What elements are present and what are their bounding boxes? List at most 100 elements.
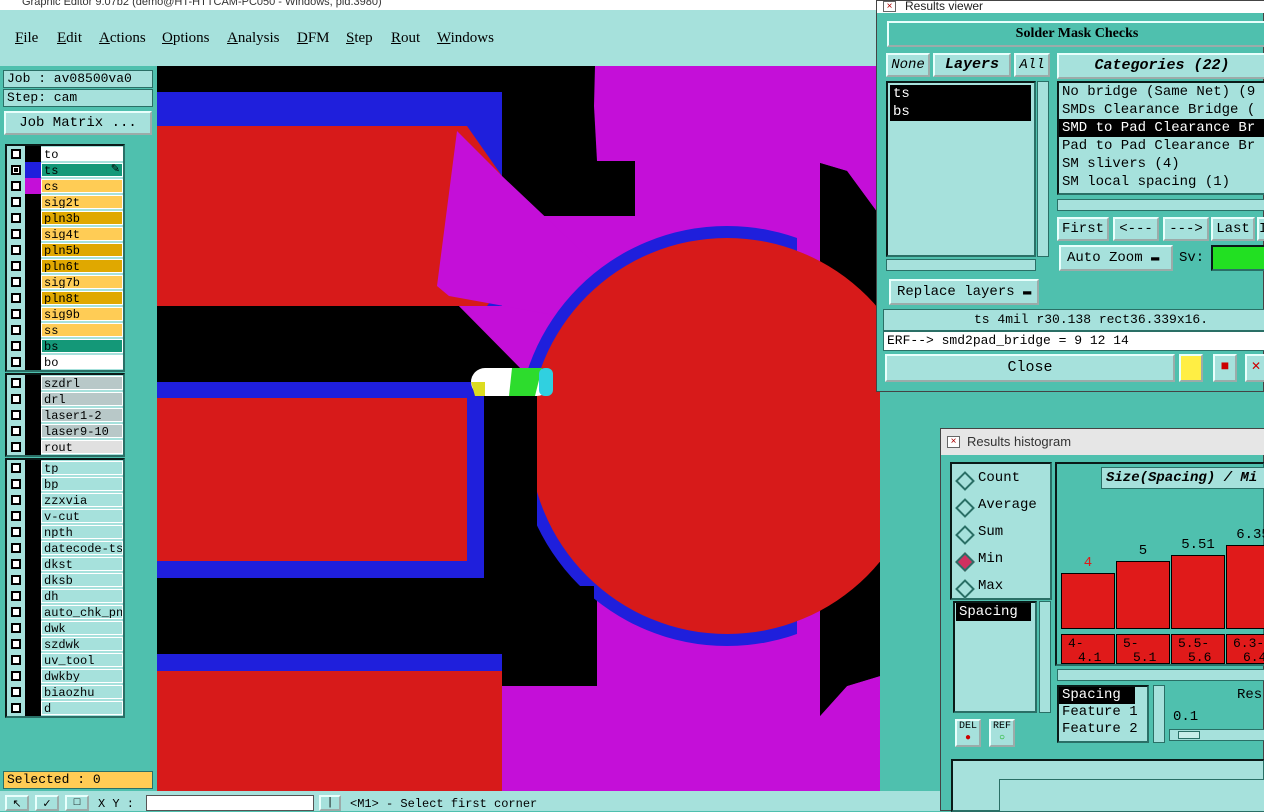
layer-color-swatch[interactable]: [25, 162, 41, 178]
layer-name[interactable]: dksb: [41, 573, 123, 587]
refresh-button[interactable]: REF ○: [989, 719, 1015, 747]
layer-checkbox[interactable]: [11, 165, 21, 175]
severity-indicator[interactable]: [1211, 245, 1264, 271]
layer-color-swatch[interactable]: [25, 460, 41, 476]
layer-name[interactable]: drl: [41, 392, 123, 406]
layer-name[interactable]: biaozhu: [41, 685, 123, 699]
layer-row-ts[interactable]: ts ✎: [7, 162, 123, 178]
layer-row-cs[interactable]: cs: [7, 178, 123, 194]
layer-row-laser9-10[interactable]: laser9-10: [7, 423, 123, 439]
layer-checkbox[interactable]: [11, 293, 21, 303]
layer-checkbox[interactable]: [11, 655, 21, 665]
layer-color-swatch[interactable]: [25, 146, 41, 162]
layer-checkbox[interactable]: [11, 495, 21, 505]
next-button[interactable]: --->: [1163, 217, 1209, 241]
layer-name[interactable]: tp: [41, 461, 123, 475]
layer-name[interactable]: zzxvia: [41, 493, 123, 507]
menu-options[interactable]: Options: [162, 30, 210, 47]
layer-row-dwk[interactable]: dwk: [7, 620, 123, 636]
clear-results-icon[interactable]: ✕: [1245, 354, 1264, 382]
layer-checkbox[interactable]: [11, 639, 21, 649]
histogram-bar[interactable]: [1171, 555, 1225, 629]
layer-name[interactable]: bo: [41, 355, 123, 369]
layer-color-swatch[interactable]: [25, 540, 41, 556]
layer-row-laser1-2[interactable]: laser1-2: [7, 407, 123, 423]
layer-name[interactable]: uv_tool: [41, 653, 123, 667]
layer-row-szdwk[interactable]: szdwk: [7, 636, 123, 652]
layer-checkbox[interactable]: [11, 543, 21, 553]
layer-name[interactable]: szdwk: [41, 637, 123, 651]
first-button[interactable]: First: [1057, 217, 1109, 241]
histogram-bar[interactable]: [1116, 561, 1170, 629]
layer-color-swatch[interactable]: [25, 572, 41, 588]
layer-color-swatch[interactable]: [25, 423, 41, 439]
layer-checkbox[interactable]: [11, 527, 21, 537]
layer-color-swatch[interactable]: [25, 338, 41, 354]
category-item-selected[interactable]: SMD to Pad Clearance Br: [1059, 119, 1264, 137]
layer-color-swatch[interactable]: [25, 588, 41, 604]
delete-button[interactable]: DEL ●: [955, 719, 981, 747]
layer-color-swatch[interactable]: [25, 194, 41, 210]
layer-name[interactable]: pln8t: [41, 291, 123, 305]
layer-color-swatch[interactable]: [25, 258, 41, 274]
layer-row-sig9b[interactable]: sig9b: [7, 306, 123, 322]
layer-row-bs[interactable]: bs: [7, 338, 123, 354]
layer-checkbox[interactable]: [11, 197, 21, 207]
layer-checkbox[interactable]: [11, 277, 21, 287]
layer-name[interactable]: dh: [41, 589, 123, 603]
field-item[interactable]: Feature 1: [1059, 704, 1147, 721]
layer-checkbox[interactable]: [11, 591, 21, 601]
layer-color-swatch[interactable]: [25, 700, 41, 716]
menu-dfm[interactable]: DFM: [297, 30, 330, 47]
layer-row-sig4t[interactable]: sig4t: [7, 226, 123, 242]
layer-name[interactable]: bp: [41, 477, 123, 491]
layer-name[interactable]: dkst: [41, 557, 123, 571]
layer-checkbox[interactable]: [11, 479, 21, 489]
layer-checkbox[interactable]: [11, 261, 21, 271]
layer-color-swatch[interactable]: [25, 226, 41, 242]
menu-step[interactable]: Step: [346, 30, 373, 47]
layer-row-dwkby[interactable]: dwkby: [7, 668, 123, 684]
layer-row-auto_chk_pn.[interactable]: auto_chk_pn.: [7, 604, 123, 620]
layer-checkbox[interactable]: [11, 511, 21, 521]
layer-color-swatch[interactable]: [25, 620, 41, 636]
layer-color-swatch[interactable]: [25, 274, 41, 290]
field-item-selected[interactable]: Spacing: [1059, 687, 1135, 704]
layer-color-swatch[interactable]: [25, 508, 41, 524]
snap-tool-button[interactable]: □: [65, 795, 89, 811]
layer-color-swatch[interactable]: [25, 407, 41, 423]
layer-checkbox[interactable]: [11, 671, 21, 681]
pointer-tool-button[interactable]: ↖: [5, 795, 29, 811]
replace-layers-dropdown[interactable]: Replace layers ▬: [889, 279, 1039, 305]
layer-color-swatch[interactable]: [25, 290, 41, 306]
layer-row-sig2t[interactable]: sig2t: [7, 194, 123, 210]
layer-checkbox[interactable]: [11, 341, 21, 351]
layer-checkbox[interactable]: [11, 442, 21, 452]
category-item[interactable]: SMDs Clearance Bridge (: [1059, 101, 1264, 119]
layer-checkbox[interactable]: [11, 213, 21, 223]
layer-name[interactable]: rout: [41, 440, 123, 454]
menu-edit[interactable]: Edit: [57, 30, 82, 47]
layer-row-sig7b[interactable]: sig7b: [7, 274, 123, 290]
layer-row-v-cut[interactable]: v-cut: [7, 508, 123, 524]
categories-list[interactable]: No bridge (Same Net) (9 SMDs Clearance B…: [1057, 81, 1264, 195]
layer-name[interactable]: bs: [41, 339, 123, 353]
field-item[interactable]: Feature 2: [1059, 721, 1147, 738]
layer-row-zzxvia[interactable]: zzxvia: [7, 492, 123, 508]
prev-button[interactable]: <---: [1113, 217, 1159, 241]
coord-input[interactable]: [146, 795, 314, 811]
info-button[interactable]: I: [1257, 217, 1264, 241]
window-close-icon[interactable]: ×: [883, 1, 896, 12]
layer-name[interactable]: to: [41, 147, 123, 161]
layer-row-d[interactable]: d: [7, 700, 123, 716]
layer-checkbox[interactable]: [11, 410, 21, 420]
layer-checkbox[interactable]: [11, 357, 21, 367]
layer-row-dh[interactable]: dh: [7, 588, 123, 604]
layer-row-biaozhu[interactable]: biaozhu: [7, 684, 123, 700]
layer-name[interactable]: sig2t: [41, 195, 123, 209]
layer-name[interactable]: sig9b: [41, 307, 123, 321]
layer-checkbox[interactable]: [11, 623, 21, 633]
mode-radio-max[interactable]: [955, 579, 975, 599]
layer-name[interactable]: d: [41, 701, 123, 715]
layer-name[interactable]: npth: [41, 525, 123, 539]
